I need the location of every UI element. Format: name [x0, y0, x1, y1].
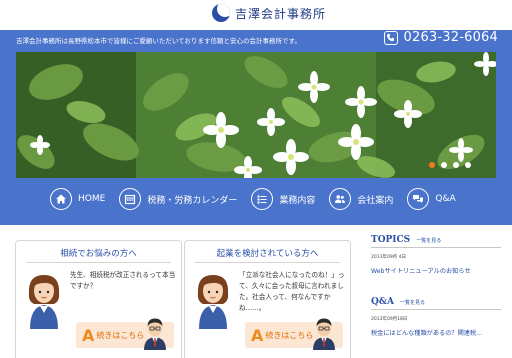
- qa-title: Q&A: [371, 297, 394, 307]
- main-nav: HOME 税務・労務カレンダー 業務内容 会社案内 Q&A: [50, 188, 470, 210]
- continue-label: 続きはこちら: [96, 330, 145, 340]
- qa-more-link[interactable]: 一覧を見る: [400, 299, 425, 306]
- nav-label: 業務内容: [279, 195, 316, 206]
- woman-illustration: [197, 275, 229, 329]
- nav-label: 税務・労務カレンダー: [147, 195, 238, 206]
- slider-dot[interactable]: [465, 162, 471, 168]
- phone-text: 0263-32-6064: [403, 30, 498, 45]
- card-title[interactable]: 起業を検討されている方へ: [195, 245, 340, 263]
- continue-button[interactable]: A 続きはこちら: [245, 318, 343, 350]
- logo-mark-icon: [212, 4, 230, 22]
- hero-image: [16, 52, 496, 178]
- logo-text: 吉澤会計事務所: [235, 6, 327, 21]
- nav-label: 会社案内: [357, 195, 394, 206]
- topics-item-link[interactable]: Webサイトリニューアルのお知らせ: [371, 266, 501, 275]
- qa-header: Q&A 一覧を見る: [371, 297, 501, 310]
- topics-more-link[interactable]: 一覧を見る: [416, 237, 441, 244]
- slider-dot[interactable]: [429, 162, 435, 168]
- calendar-icon: [119, 188, 142, 210]
- nav-item-qa[interactable]: Q&A: [407, 188, 456, 210]
- site-logo[interactable]: 吉澤会計事務所: [212, 4, 326, 22]
- man-illustration: [144, 318, 166, 350]
- nav-label: HOME: [78, 194, 106, 204]
- page: 吉澤会計事務所 吉澤会計事務所は長野県松本市で皆様にご愛顧いただいております信頼…: [0, 0, 512, 358]
- chat-icon: [407, 188, 430, 210]
- phone-number[interactable]: 0263-32-6064: [383, 30, 499, 45]
- topics-title: TOPICS: [371, 235, 411, 245]
- nav-item-company[interactable]: 会社案内: [329, 188, 393, 210]
- phone-icon: [383, 30, 398, 45]
- sidebar: TOPICS 一覧を見る 2013年09月 4日 Webサイトリニューアルのお知…: [371, 235, 501, 337]
- qa-item-link[interactable]: 税金にはどんな種類があるの？関連税...: [371, 328, 501, 337]
- nav-item-home[interactable]: HOME: [50, 188, 105, 210]
- list-icon: [251, 188, 274, 210]
- nav-label: Q&A: [435, 194, 456, 204]
- card-text: 「立派な社会人になったのね！」って、久々に会った叔母に言われました。社会人って、…: [239, 271, 345, 312]
- card-text: 先生、相続税が改正されるって本当ですか？: [70, 271, 176, 290]
- hero-slider[interactable]: [16, 52, 496, 178]
- home-icon: [50, 188, 72, 210]
- slider-dots[interactable]: [429, 162, 471, 168]
- topics-header: TOPICS 一覧を見る: [371, 235, 501, 248]
- card-startup: 起業を検討されている方へ 「立派な社会人になったのね！」って、久々に会った叔母に…: [184, 240, 351, 358]
- people-icon: [329, 188, 352, 210]
- nav-item-calendar[interactable]: 税務・労務カレンダー: [119, 188, 237, 210]
- continue-button[interactable]: A 続きはこちら: [76, 318, 174, 350]
- tagline: 吉澤会計事務所は長野県松本市で皆様にご愛顧いただいております信頼と安心の会計事務…: [16, 37, 301, 45]
- card-title[interactable]: 相続でお悩みの方へ: [26, 245, 171, 263]
- man-illustration: [313, 318, 335, 350]
- content-area: 相続でお悩みの方へ 先生、相続税が改正されるって本当ですか？ A 続きはこちら: [0, 225, 512, 358]
- slider-dot[interactable]: [441, 162, 447, 168]
- slider-dot[interactable]: [453, 162, 459, 168]
- site-header: 吉澤会計事務所: [0, 0, 512, 30]
- topics-date: 2013年09月 4日: [371, 255, 406, 260]
- a-icon: A: [251, 325, 264, 345]
- woman-illustration: [28, 275, 60, 329]
- qa-date: 2013年09月18日: [371, 317, 408, 322]
- a-icon: A: [82, 325, 95, 345]
- nav-item-services[interactable]: 業務内容: [251, 188, 315, 210]
- continue-label: 続きはこちら: [265, 330, 314, 340]
- card-inheritance: 相続でお悩みの方へ 先生、相続税が改正されるって本当ですか？ A 続きはこちら: [15, 240, 182, 358]
